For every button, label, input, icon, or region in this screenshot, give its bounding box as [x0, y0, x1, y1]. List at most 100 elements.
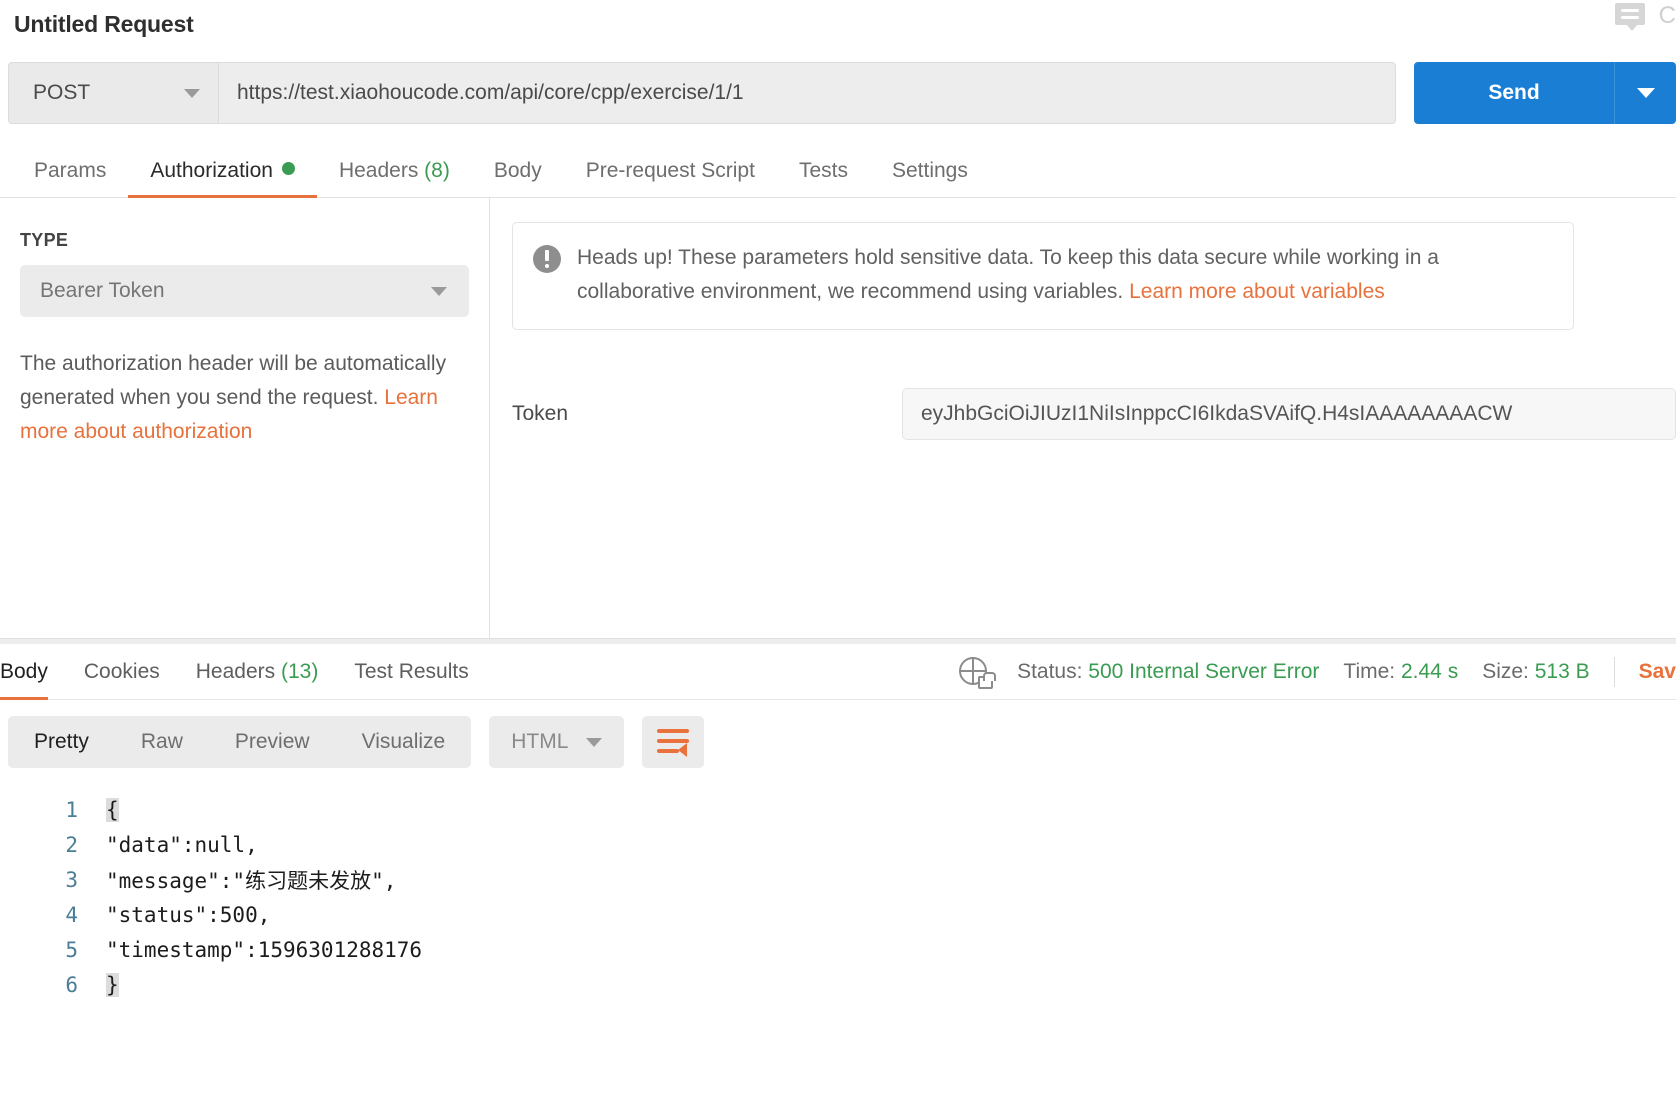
comment-icon[interactable]: [1614, 3, 1645, 31]
status-group: Status: 500 Internal Server Error: [1017, 660, 1319, 684]
tab-label: Body: [0, 659, 48, 683]
tab-headers[interactable]: Headers (8): [317, 159, 472, 197]
code-line: 6 }: [44, 967, 1676, 1002]
status-value: 500 Internal Server Error: [1088, 659, 1320, 683]
response-viewer-toolbar: Pretty Raw Preview Visualize HTML: [0, 700, 1676, 784]
request-header: Untitled Request C: [0, 0, 1676, 48]
code-line: 5 "timestamp":1596301288176: [44, 932, 1676, 967]
save-response-button[interactable]: Sav: [1639, 660, 1676, 684]
send-button[interactable]: Send: [1414, 62, 1614, 124]
line-text: "timestamp":1596301288176: [106, 937, 423, 962]
authorization-panel: TYPE Bearer Token The authorization head…: [0, 198, 1676, 638]
response-tab-cookies[interactable]: Cookies: [66, 644, 178, 700]
header-actions: C: [1614, 2, 1676, 31]
url-bar: POST https://test.xiaohoucode.com/api/co…: [0, 62, 1676, 124]
line-text: "status":500,: [106, 902, 271, 927]
time-value: 2.44 s: [1400, 659, 1459, 683]
line-text: "message":"练习题未发放",: [106, 868, 397, 893]
time-label: Time:: [1343, 659, 1396, 683]
tab-count: (13): [280, 659, 319, 683]
response-tab-headers[interactable]: Headers (13): [178, 644, 337, 700]
size-label: Size:: [1482, 659, 1529, 683]
line-number: 3: [65, 867, 78, 892]
line-number: 2: [65, 832, 78, 857]
auth-type-column: TYPE Bearer Token The authorization head…: [0, 198, 490, 638]
line-number: 4: [65, 902, 78, 927]
line-number: 6: [65, 972, 78, 997]
line-number: 5: [65, 937, 78, 962]
info-icon: [533, 245, 561, 273]
auth-type-value: Bearer Token: [40, 279, 165, 302]
status-label: Status:: [1017, 659, 1083, 683]
time-group: Time: 2.44 s: [1343, 660, 1458, 684]
view-mode-group: Pretty Raw Preview Visualize: [8, 716, 472, 768]
send-options-button[interactable]: [1614, 62, 1676, 124]
variables-learn-more-link[interactable]: Learn more about variables: [1129, 280, 1385, 303]
response-tab-test-results[interactable]: Test Results: [336, 644, 486, 700]
tab-pre-request-script[interactable]: Pre-request Script: [564, 159, 777, 197]
response-tab-body[interactable]: Body: [0, 644, 66, 700]
tab-label: Params: [34, 159, 107, 182]
send-group: Send: [1414, 62, 1676, 124]
tab-label: Pre-request Script: [585, 159, 755, 182]
view-mode-pretty[interactable]: Pretty: [8, 730, 115, 754]
view-mode-raw[interactable]: Raw: [115, 730, 209, 754]
tab-label: Tests: [798, 159, 848, 182]
response-body-code[interactable]: 1 { 2 "data":null, 3 "message":"练习题未发放",…: [0, 792, 1676, 1002]
page-title: Untitled Request: [14, 10, 194, 37]
chevron-down-icon: [184, 88, 200, 98]
token-input[interactable]: eyJhbGciOiJIUzI1NiIsInppcCI6IkdaSVAifQ.H…: [902, 388, 1676, 440]
tab-label: Test Results: [354, 659, 469, 683]
tab-authorization[interactable]: Authorization: [128, 159, 317, 198]
auth-active-dot-icon: [281, 162, 295, 175]
sensitive-data-notice: Heads up! These parameters hold sensitiv…: [512, 222, 1574, 330]
url-text: https://test.xiaohoucode.com/api/core/cp…: [237, 81, 744, 104]
header-trailing-label: C: [1658, 2, 1676, 29]
word-wrap-button[interactable]: [642, 716, 705, 768]
tab-count: (8): [424, 159, 450, 182]
token-label: Token: [512, 402, 569, 425]
tab-label: Authorization: [150, 159, 273, 182]
url-input[interactable]: https://test.xiaohoucode.com/api/core/cp…: [218, 62, 1396, 124]
token-row: Token eyJhbGciOiJIUzI1NiIsInppcCI6IkdaSV…: [512, 388, 1676, 440]
tab-label: Body: [493, 159, 542, 182]
tab-params[interactable]: Params: [12, 159, 128, 197]
code-line: 4 "status":500,: [44, 897, 1676, 932]
chevron-down-icon: [1636, 88, 1655, 98]
response-tabs-row: Body Cookies Headers (13) Test Results S…: [0, 644, 1676, 700]
response-format-value: HTML: [511, 730, 569, 753]
line-number: 1: [65, 797, 78, 822]
line-text: "data":null,: [106, 832, 258, 857]
tab-tests[interactable]: Tests: [777, 159, 870, 197]
tab-label: Headers: [338, 159, 419, 182]
view-mode-visualize[interactable]: Visualize: [336, 730, 472, 754]
auth-fields-column: Heads up! These parameters hold sensitiv…: [490, 198, 1676, 638]
http-method-select[interactable]: POST: [8, 62, 218, 124]
tab-label: Cookies: [83, 659, 160, 683]
tab-settings[interactable]: Settings: [870, 159, 990, 197]
auth-type-label: TYPE: [20, 230, 69, 250]
http-method-label: POST: [33, 81, 91, 104]
auth-description-text: The authorization header will be automat…: [20, 352, 447, 409]
line-text: }: [106, 972, 119, 997]
chevron-down-icon: [431, 286, 447, 296]
chevron-down-icon: [586, 737, 603, 747]
token-value: eyJhbGciOiJIUzI1NiIsInppcCI6IkdaSVAifQ.H…: [921, 402, 1513, 425]
code-line: 1 {: [44, 792, 1676, 827]
globe-lock-icon[interactable]: [959, 655, 997, 689]
size-group: Size: 513 B: [1482, 660, 1589, 684]
tab-body[interactable]: Body: [472, 159, 564, 197]
line-text: {: [106, 797, 119, 822]
request-tabs: Params Authorization Headers (8) Body Pr…: [0, 140, 1676, 198]
auth-type-select[interactable]: Bearer Token: [20, 265, 469, 317]
status-divider: [1613, 656, 1615, 687]
notice-text-wrapper: Heads up! These parameters hold sensitiv…: [577, 241, 1553, 309]
word-wrap-icon: [657, 729, 690, 757]
auth-description: The authorization header will be automat…: [20, 347, 469, 449]
tab-label: Headers: [195, 659, 276, 683]
code-line: 3 "message":"练习题未发放",: [44, 862, 1676, 897]
view-mode-preview[interactable]: Preview: [209, 730, 336, 754]
code-line: 2 "data":null,: [44, 827, 1676, 862]
tab-label: Settings: [891, 159, 968, 182]
response-format-select[interactable]: HTML: [489, 716, 625, 768]
